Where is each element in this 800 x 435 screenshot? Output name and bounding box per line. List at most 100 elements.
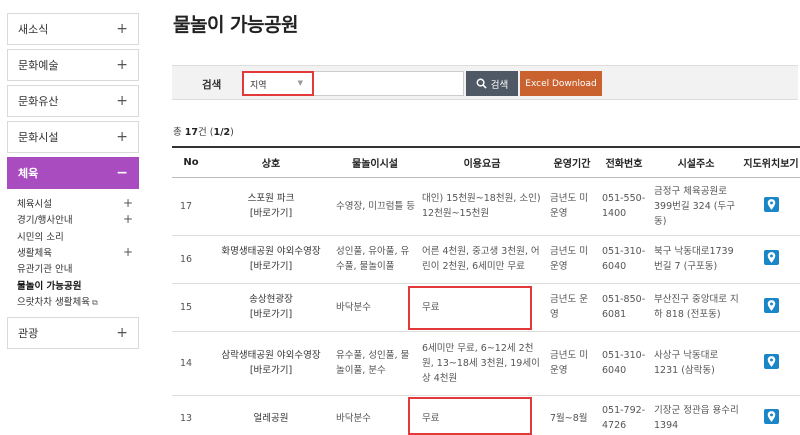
submenu-label: 경기/행사안내 [17,215,73,227]
sidebar-item-heritage[interactable]: 문화유산 + [7,85,139,117]
submenu-label: 물놀이 가능공원 [17,280,82,292]
cell-facility: 수영장, 미끄럼틀 등 [336,200,415,212]
sidebar-item-news[interactable]: 새소식 + [7,13,139,45]
col-header-no: No [183,156,199,168]
plus-icon: + [116,325,128,342]
result-count: 총 17건 (1/2) [173,124,234,138]
count-suffix: 건 ( [198,127,214,138]
sidebar-item-sports[interactable]: 체육 − [7,157,139,189]
plus-icon: + [116,21,128,37]
shortcut-link[interactable]: [바로가기] [212,206,330,221]
cell-no: 17 [180,200,193,212]
cell-period: 금년도 미운영 [550,246,588,272]
cell-map [742,331,800,395]
facility-name: 삼락생태공원 야외수영장 [221,350,321,361]
col-header-phone: 전화번호 [605,158,643,170]
cell-period: 금년도 운영 [550,294,588,320]
cell-facility: 바닥분수 [336,412,371,424]
shortcut-link[interactable]: [바로가기] [212,363,330,378]
col-header-map: 지도위치보기 [743,158,799,170]
submenu-item-water-parks[interactable]: 물놀이 가능공원 [17,276,139,292]
sidebar-item-culture-art[interactable]: 문화예술 + [7,49,139,81]
cell-name: 스포원 파크 [바로가기] [210,177,332,235]
cell-map [742,395,800,435]
sidebar-item-culture-facility[interactable]: 문화시설 + [7,121,139,153]
col-header-fee: 이용요금 [463,158,501,170]
submenu-item-events[interactable]: 경기/행사안내 + [17,211,139,227]
search-button[interactable]: 검색 [466,71,518,96]
facility-name: 얼레공원 [253,412,289,424]
submenu-label: 체육시설 [17,199,52,211]
external-link-icon: ⧉ [91,297,98,307]
sidebar-item-label: 체육 [18,167,39,180]
region-select-value: 지역 [250,81,267,91]
map-pin-icon[interactable] [763,409,779,424]
submenu-label: 생활체육 [17,248,52,260]
cell-no: 13 [180,412,193,424]
cell-fee: 6세미만 무료, 6~12세 2천원, 13~18세 3천원, 19세이상 4천… [422,342,540,384]
cell-no: 15 [180,301,193,313]
map-pin-icon[interactable] [763,298,779,313]
cell-period: 금년도 미운영 [550,350,588,376]
col-header-facility: 물놀이시설 [352,158,398,170]
map-pin-icon[interactable] [763,250,779,265]
sidebar-item-label: 관광 [18,327,39,341]
cell-phone: 051-550-1400 [602,193,646,219]
submenu-item-life-sports[interactable]: 생활체육 + [17,244,139,260]
sidebar-item-label: 새소식 [18,23,49,36]
cell-period: 7월~8월 [550,412,588,424]
cell-name: 화명생태공원 야외수영장 [바로가기] [210,235,332,283]
facility-name: 송상현광장 [249,294,293,305]
count-total: 17 [184,127,198,138]
sidebar-item-label: 문화시설 [18,131,59,144]
facility-name: 화명생태공원 야외수영장 [221,246,321,257]
sidebar-nav: 새소식 + 문화예술 + 문화유산 + 문화시설 + 체육 − 체육시설 + 경기/행사안내… [7,0,139,350]
submenu-item-euratcha[interactable]: 으랏차차 생활체육 ⧉ [17,293,139,309]
submenu-item-citizen-voice[interactable]: 시민의 소리 [17,228,139,244]
submenu-label: 유관기관 안내 [17,264,73,276]
shortcut-link[interactable]: [바로가기] [212,307,330,322]
plus-icon: + [116,93,128,109]
map-pin-icon[interactable] [763,354,779,369]
shortcut-link[interactable]: [바로가기] [212,259,330,274]
cell-facility: 바닥분수 [336,301,371,313]
cell-fee: 무료 [422,301,440,313]
cell-phone: 051-310-6040 [602,350,646,376]
cell-no: 16 [180,253,193,265]
search-label: 검색 [202,79,222,91]
cell-phone: 051-310-6040 [602,246,646,272]
excel-download-button[interactable]: Excel Download [520,71,602,96]
submenu-item-sports-facility[interactable]: 체육시설 + [17,195,139,211]
plus-icon: + [122,196,133,211]
cell-name: 얼레공원 [210,395,332,435]
col-header-address: 시설주소 [677,158,715,170]
sidebar-item-label: 문화예술 [18,59,59,72]
region-select[interactable]: 지역 ▼ [242,71,314,96]
submenu-label: 시민의 소리 [17,231,64,243]
search-icon [476,78,487,89]
count-page: 1/2 [213,127,231,138]
submenu-item-related-orgs[interactable]: 유관기관 안내 [17,260,139,276]
results-table: No 상호 물놀이시설 이용요금 운영기간 전화번호 시설주소 지도위치보기 1… [172,146,800,435]
search-bar: 검색 지역 ▼ 검색 Excel Download [172,65,798,100]
sidebar-item-label: 문화유산 [18,95,59,108]
sidebar-item-tourism[interactable]: 관광 + [7,317,139,350]
table-row: 14 삼락생태공원 야외수영장 [바로가기] 유수풀, 성인풀, 물놀이풀, 분수… [172,331,800,395]
cell-address: 기장군 정관읍 용수리 1394 [654,405,739,431]
cell-fee: 무료 [422,412,440,424]
cell-name: 송상현광장 [바로가기] [210,283,332,331]
cell-address: 사상구 낙동대로 1231 (삼락동) [654,350,719,376]
count-prefix: 총 [173,127,185,138]
cell-fee: 대인) 15천원~18천원, 소인) 12천원~15천원 [422,193,541,219]
minus-icon: − [116,165,128,181]
plus-icon: + [116,129,128,145]
table-row: 17 스포원 파크 [바로가기] 수영장, 미끄럼틀 등 대인) 15천원~18천… [172,177,800,235]
search-button-label: 검색 [490,79,509,91]
map-pin-icon[interactable] [763,197,779,212]
sidebar-submenu: 체육시설 + 경기/행사안내 + 시민의 소리 생활체육 + 유관기관 안내 물놀이 … [7,189,139,311]
submenu-label: 으랏차차 생활체육 [17,296,90,308]
search-input[interactable] [314,71,464,96]
count-suffix: ) [230,127,234,138]
table-row: 15 송상현광장 [바로가기] 바닥분수 무료 금년도 운영 051-850-60… [172,283,800,331]
table-header-row: No 상호 물놀이시설 이용요금 운영기간 전화번호 시설주소 지도위치보기 [172,147,800,177]
